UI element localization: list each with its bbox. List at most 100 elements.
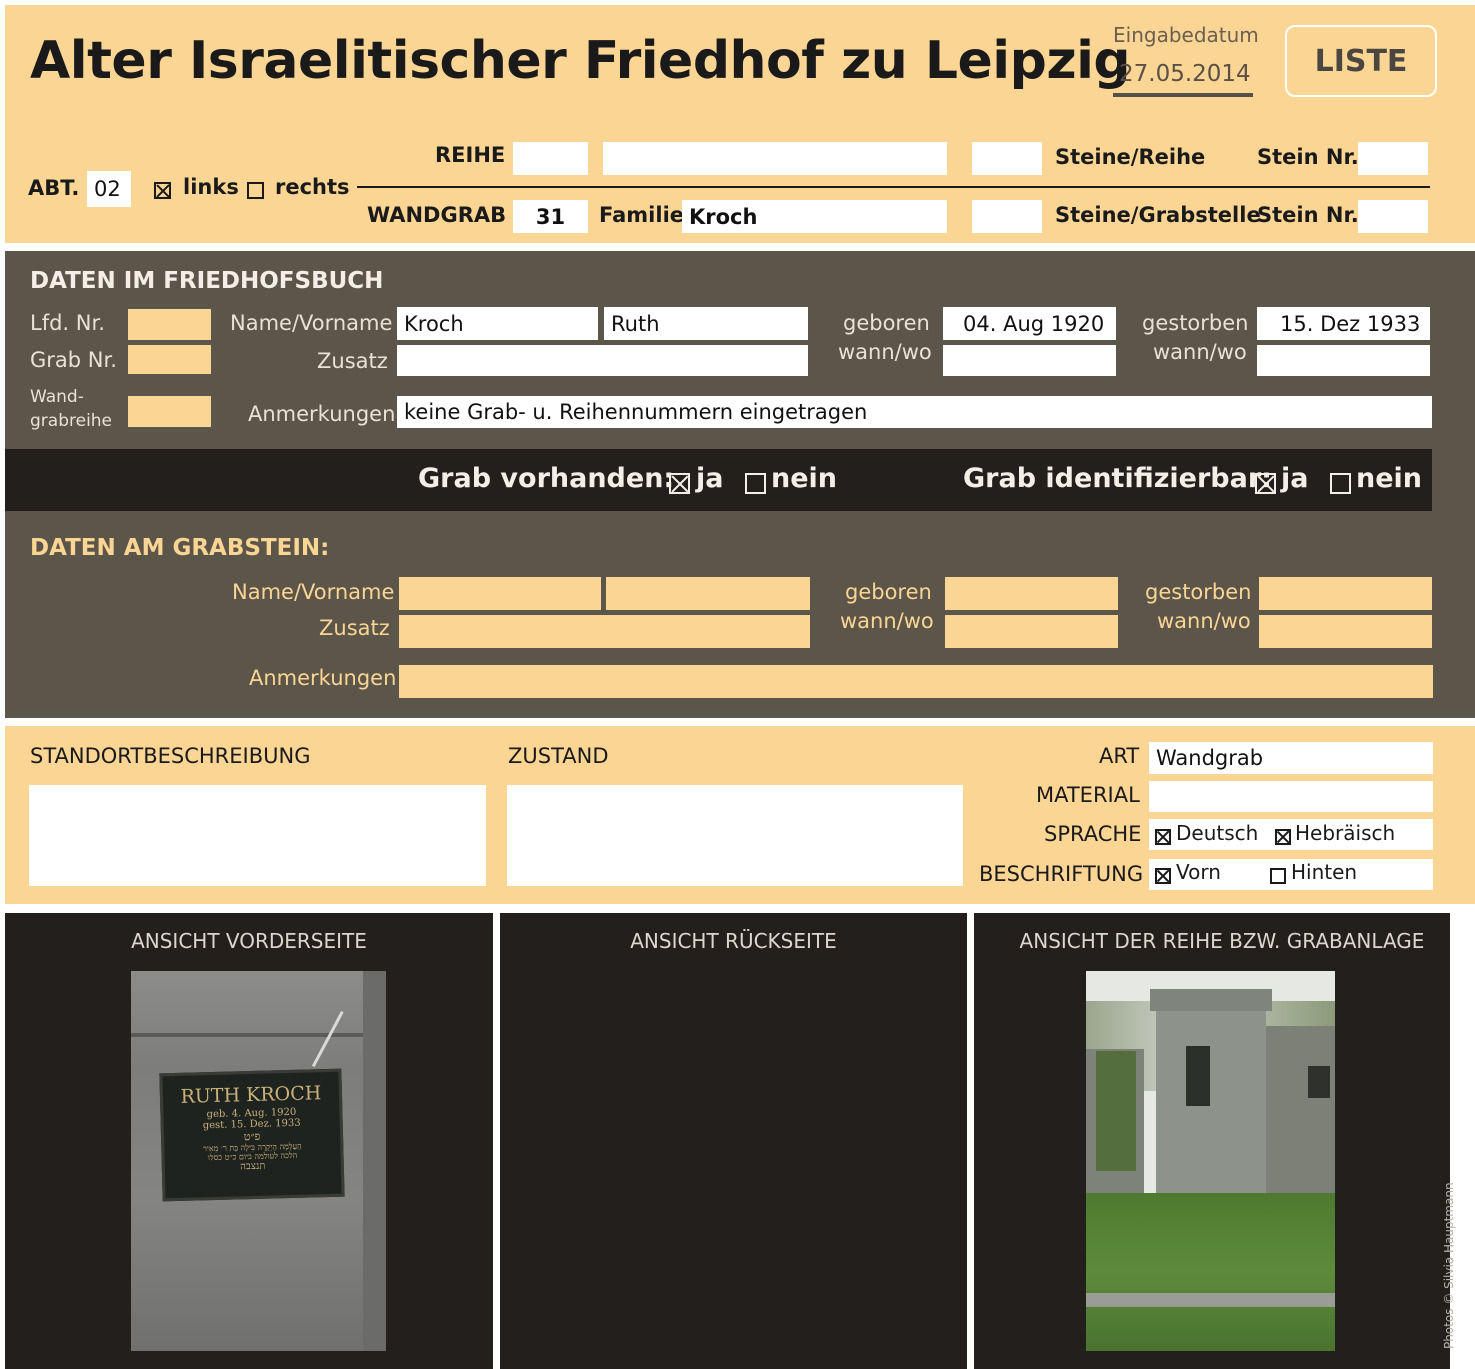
beschriftung-label: BESCHRIFTUNG [979,862,1144,886]
grab-identifizierbar-nein-checkbox[interactable] [1330,473,1351,494]
stone-border-bottom [1086,1293,1335,1307]
grabstein-name-field[interactable] [399,577,601,610]
status-bar: Grab vorhanden: ja nein Grab identifizie… [5,449,1432,511]
lfd-nr-field[interactable] [128,309,211,340]
grabstein-geboren-wo-label: wann/wo [840,609,934,633]
grab-vorhanden-ja-label: ja [696,463,724,494]
lfd-nr-label: Lfd. Nr. [30,311,105,335]
familie-label: Familie [599,203,685,227]
grab-identifizierbar-label: Grab identifizierbar: [963,463,1272,494]
ivy-left [1096,1051,1136,1171]
grabstein-vorname-field[interactable] [606,577,810,610]
mausoleum-pediment [1150,989,1272,1011]
grabstein-gestorben-wo-label: wann/wo [1157,609,1251,633]
details-section: STANDORTBESCHREIBUNG ZUSTAND ART Wandgra… [5,726,1475,904]
grabstein-gestorben-wo-field[interactable] [1259,615,1432,648]
grabstein-anmerkungen-field[interactable] [399,665,1433,698]
familie-field[interactable]: Kroch [682,200,947,233]
grabstein-geboren-wo-field[interactable] [945,615,1118,648]
anmerkungen-field[interactable]: keine Grab- u. Reihennummern eingetragen [397,396,1432,428]
wandgrab-field[interactable]: 31 [513,200,588,233]
mausoleum-right [1266,1026,1335,1196]
grab-nr-field[interactable] [128,345,211,374]
name-field[interactable]: Kroch [397,307,598,340]
zusatz-label: Zusatz [317,349,388,373]
vorn-label: Vorn [1176,860,1221,884]
abt-label: ABT. [28,176,80,200]
hinten-label: Hinten [1291,860,1358,884]
photo-credit: Photos © Silvia Hauptmann [1442,1182,1456,1349]
sprache-field: Deutsch Hebräisch [1149,819,1433,850]
header-section: Alter Israelitischer Friedhof zu Leipzig… [5,5,1475,243]
hinten-checkbox[interactable] [1270,868,1286,884]
grabstein-gestorben-label: gestorben [1145,580,1252,604]
links-checkbox[interactable] [154,182,171,199]
gestorben-field[interactable]: 15. Dez 1933 [1257,307,1430,340]
friedhofsbuch-heading: DATEN IM FRIEDHOFSBUCH [30,268,384,294]
grab-vorhanden-label: Grab vorhanden: [418,463,675,494]
standort-label: STANDORTBESCHREIBUNG [30,744,311,768]
abt-value: 02 [94,177,121,201]
wall-joint-line [131,1033,386,1037]
stein-nr-field-2[interactable] [1358,200,1428,233]
grabstein-geboren-field[interactable] [945,577,1118,610]
geboren-field[interactable]: 04. Aug 1920 [943,307,1116,340]
wandgrab-value: 31 [535,204,566,229]
front-view-photo[interactable]: RUTH KROCH geb. 4. Aug. 1920 gest. 15. D… [131,971,386,1351]
wandgrabreihe-label-1: Wand- [30,387,84,407]
rechts-checkbox[interactable] [247,182,264,199]
grab-vorhanden-nein-checkbox[interactable] [745,473,766,494]
art-field[interactable]: Wandgrab [1149,742,1433,774]
steine-grabstelle-label: Steine/Grabstelle [1055,203,1261,227]
mausoleum-center [1156,1001,1266,1201]
grabstein-name-label: Name/Vorname [232,580,395,604]
grabstein-zusatz-field[interactable] [399,615,810,648]
stein-nr-field-1[interactable] [1358,142,1428,175]
entry-date-label: Eingabedatum [1113,23,1259,47]
abt-field[interactable]: 02 [87,171,131,207]
anmerkungen-label: Anmerkungen [248,402,396,426]
reihe-extra-field[interactable] [603,142,947,175]
wandgrabreihe-field[interactable] [128,396,211,427]
zustand-field[interactable] [507,785,963,886]
name-value: Kroch [404,311,464,336]
standort-field[interactable] [29,785,486,886]
photo-panel-row: ANSICHT DER REIHE BZW. GRABANLAGE Photos… [974,913,1456,1369]
entry-date-field[interactable]: 27.05.2014 [1113,57,1253,97]
grab-identifizierbar-ja-checkbox[interactable] [1255,473,1276,494]
plaque-pin [311,1011,344,1068]
back-view-title: ANSICHT RÜCKSEITE [630,929,837,953]
grabstein-section: DATEN AM GRABSTEIN: Name/Vorname Zusatz … [5,511,1475,718]
material-field[interactable] [1149,781,1433,812]
grabstein-heading: DATEN AM GRABSTEIN: [30,535,330,561]
steine-reihe-field[interactable] [972,142,1042,175]
row-view-photo[interactable] [1086,971,1335,1351]
photo-panel-front: ANSICHT VORDERSEITE RUTH KROCH geb. 4. A… [5,913,493,1369]
vorn-checkbox[interactable] [1155,868,1171,884]
art-label: ART [1099,744,1140,768]
photo-panel-back: ANSICHT RÜCKSEITE [500,913,967,1369]
name-vorname-label: Name/Vorname [230,311,393,335]
steine-grabstelle-field[interactable] [972,200,1042,233]
grabstein-gestorben-field[interactable] [1259,577,1432,610]
header-divider [357,186,1430,188]
links-label: links [183,175,239,199]
grabstein-zusatz-label: Zusatz [319,616,390,640]
geboren-label: geboren [843,311,930,335]
entry-date-value: 27.05.2014 [1119,61,1251,87]
reihe-field[interactable] [513,142,588,175]
grab-vorhanden-ja-checkbox[interactable] [669,473,690,494]
zusatz-field[interactable] [397,345,808,376]
reihe-label: REIHE [435,143,506,167]
hebraeisch-checkbox[interactable] [1275,829,1291,845]
vorname-value: Ruth [611,311,660,336]
right-tablet [1308,1066,1330,1098]
liste-button[interactable]: LISTE [1285,25,1437,97]
front-view-title: ANSICHT VORDERSEITE [131,929,367,953]
gestorben-wo-field[interactable] [1257,345,1430,376]
vorname-field[interactable]: Ruth [604,307,808,340]
grabstein-geboren-label: geboren [845,580,932,604]
geboren-wo-field[interactable] [943,345,1116,376]
deutsch-checkbox[interactable] [1155,829,1171,845]
stein-nr-label-2: Stein Nr. [1257,203,1359,227]
